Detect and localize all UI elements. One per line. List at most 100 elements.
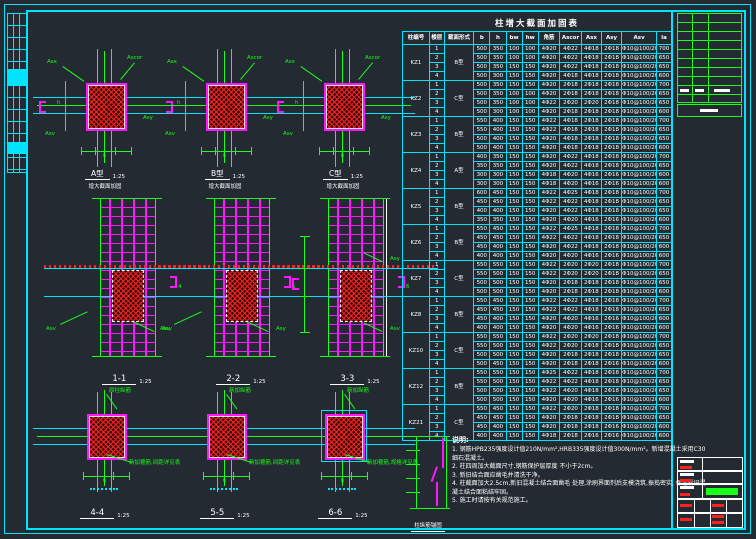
table-cell: 4Φ22 [538, 405, 560, 414]
table-cell: 2Φ20 [560, 261, 582, 270]
table-row: 35003501501504Φ204Φ224Φ182Φ18Φ10@100/200… [403, 63, 672, 72]
table-cell: 300 [490, 180, 506, 189]
table-cell: 100 [506, 99, 522, 108]
joint-hatch [226, 270, 258, 322]
table-cell: KZ1 [403, 45, 430, 81]
table-cell: Φ10@100/200 [622, 216, 657, 225]
table-cell: 400 [490, 315, 506, 324]
table-cell: 4Φ20 [538, 144, 560, 153]
table-row: 25505001501504Φ222Φ202Φ182Φ18Φ10@100/200… [403, 342, 672, 351]
table-cell: 600 [657, 144, 672, 153]
table-cell: B型 [444, 369, 474, 405]
table-cell: 150 [522, 252, 538, 261]
table-cell: 2Φ18 [601, 144, 621, 153]
table-cell: 500 [474, 135, 490, 144]
table-cell: 2Φ20 [581, 99, 601, 108]
table-cell: 300 [490, 171, 506, 180]
table-cell: 4 [429, 288, 444, 297]
table-cell: 4Φ20 [538, 279, 560, 288]
table-cell: 4 [429, 252, 444, 261]
table-cell: 350 [490, 162, 506, 171]
figure-scale: 1:25 [253, 379, 265, 385]
table-row: KZ31B型5504001501504Φ224Φ182Φ182Φ18Φ10@10… [403, 117, 672, 126]
table-cell: 350 [490, 99, 506, 108]
table-cell: B型 [444, 45, 474, 81]
table-row: 45005001501504Φ202Φ182Φ182Φ18Φ10@100/200… [403, 288, 672, 297]
table-cell: 2Φ16 [601, 360, 621, 369]
table-cell: 2 [429, 234, 444, 243]
table-cell: 4Φ22 [560, 63, 582, 72]
table-cell: Φ10@100/200 [622, 63, 657, 72]
table-cell: Φ10@100/200 [622, 162, 657, 171]
table-cell: 4Φ18 [581, 54, 601, 63]
table-cell: 4Φ20 [538, 54, 560, 63]
table-cell: Φ10@100/200 [622, 153, 657, 162]
table-cell: 4Φ18 [581, 72, 601, 81]
figure-scale: 1:25 [367, 379, 379, 385]
table-cell: 2Φ18 [601, 225, 621, 234]
table-cell: B型 [444, 297, 474, 333]
table-cell: 500 [474, 396, 490, 405]
table-row: 24504501501504Φ224Φ224Φ182Φ18Φ10@100/200… [403, 198, 672, 207]
table-cell: 150 [506, 117, 522, 126]
table-cell: 150 [506, 378, 522, 387]
table-cell: 2Φ18 [560, 414, 582, 423]
table-cell: 4 [429, 180, 444, 189]
table-cell: 500 [490, 270, 506, 279]
table-cell: 300 [490, 72, 506, 81]
table-cell: 600 [657, 315, 672, 324]
table-cell: KZ4 [403, 153, 430, 189]
table-cell: 150 [522, 63, 538, 72]
table-cell: 450 [490, 234, 506, 243]
table-row: 34004001501504Φ204Φ224Φ182Φ18Φ10@100/200… [403, 207, 672, 216]
table-cell: 650 [657, 90, 672, 99]
table-header-cell: h [490, 32, 506, 45]
dim-label-b: b [223, 479, 226, 484]
table-cell: 4Φ20 [560, 252, 582, 261]
table-cell: 600 [657, 423, 672, 432]
table-cell: 2Φ18 [601, 234, 621, 243]
table-cell: 2Φ16 [601, 252, 621, 261]
table-cell: 600 [657, 171, 672, 180]
table-cell: 150 [506, 153, 522, 162]
table-cell: 3 [429, 243, 444, 252]
elevation-3-3: Asy Asv 6 3-31:25 [300, 196, 410, 388]
table-cell: 150 [506, 126, 522, 135]
table-cell: 2Φ16 [601, 216, 621, 225]
cut-flag-number: 4 [178, 284, 182, 290]
table-cell: 4Φ18 [581, 297, 601, 306]
table-cell: 500 [490, 387, 506, 396]
table-cell: 2 [429, 90, 444, 99]
figure-scale: 1:25 [117, 513, 129, 519]
note-item: 4. 柱截面加大2.5cm,新旧混凝土结合面凿毛 处理,涂刷界面剂后支模浇筑,振… [452, 480, 708, 497]
table-cell: 600 [657, 216, 672, 225]
table-cell: 4Φ22 [538, 126, 560, 135]
table-cell: Φ10@100/200 [622, 423, 657, 432]
table-cell: 150 [506, 333, 522, 342]
table-cell: 550 [474, 225, 490, 234]
table-header-cell: bw [506, 32, 522, 45]
table-cell: 450 [474, 243, 490, 252]
table-row: 24504501501504Φ224Φ224Φ182Φ18Φ10@100/200… [403, 306, 672, 315]
table-row: 45004001501504Φ204Φ182Φ182Φ18Φ10@100/200… [403, 144, 672, 153]
table-cell: 2Φ18 [601, 279, 621, 288]
figure-name: B型 [205, 170, 230, 180]
table-cell: 3 [429, 171, 444, 180]
table-cell: Φ10@100/200 [622, 297, 657, 306]
table-cell: 4Φ20 [538, 63, 560, 72]
table-cell: 4Φ22 [538, 189, 560, 198]
table-cell: 550 [474, 270, 490, 279]
table-cell: 450 [490, 189, 506, 198]
table-cell: 4Φ20 [538, 153, 560, 162]
table-cell: 4Φ20 [560, 171, 582, 180]
table-cell: Φ10@100/200 [622, 342, 657, 351]
table-cell: 150 [506, 72, 522, 81]
table-cell: A型 [444, 153, 474, 189]
table-cell: 4Φ16 [581, 171, 601, 180]
dim-label-h: h [177, 101, 180, 106]
table-header-cell: 柱编号 [403, 32, 430, 45]
table-cell: 2Φ18 [601, 117, 621, 126]
table-cell: 150 [522, 315, 538, 324]
table-cell: 350 [490, 45, 506, 54]
table-cell: 2Φ18 [601, 369, 621, 378]
